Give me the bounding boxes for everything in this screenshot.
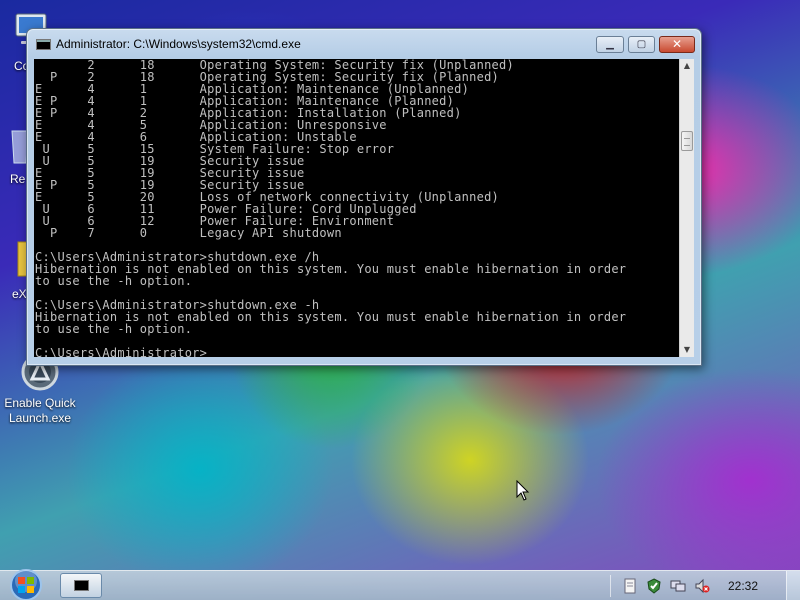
network-icon[interactable] xyxy=(670,578,686,594)
scrollbar-thumb[interactable] xyxy=(681,131,693,151)
vertical-scrollbar[interactable]: ▲ ▼ xyxy=(679,59,694,357)
desktop: Co Re eX Enable Quick Launch.exe Adminis… xyxy=(0,0,800,600)
cmd-window[interactable]: Administrator: C:\Windows\system32\cmd.e… xyxy=(26,28,702,366)
console-output[interactable]: 2 18 Operating System: Security fix (Unp… xyxy=(34,59,679,357)
chevron-up-icon: ▲ xyxy=(683,61,691,70)
desktop-icon-label: eX xyxy=(12,287,27,301)
scroll-down-button[interactable]: ▼ xyxy=(680,343,694,357)
show-desktop-button[interactable] xyxy=(786,571,800,600)
maximize-button[interactable]: ▢ xyxy=(628,36,655,53)
taskbar: 22:32 xyxy=(0,568,800,600)
volume-muted-icon[interactable] xyxy=(694,578,710,594)
minimize-icon: ▁ xyxy=(606,39,614,50)
mouse-cursor-icon xyxy=(516,480,530,501)
taskbar-clock[interactable]: 22:32 xyxy=(728,579,758,593)
console-text: 2 18 Operating System: Security fix (Unp… xyxy=(35,59,627,357)
minimize-button[interactable]: ▁ xyxy=(596,36,624,53)
action-center-icon[interactable] xyxy=(622,578,638,594)
close-icon: ✕ xyxy=(671,37,683,51)
taskbar-cmd-button[interactable] xyxy=(60,573,102,598)
maximize-icon: ▢ xyxy=(636,39,647,50)
desktop-icon-label: Enable Quick Launch.exe xyxy=(4,396,76,425)
security-icon[interactable] xyxy=(646,578,662,594)
windows-start-icon[interactable] xyxy=(7,568,45,600)
close-button[interactable]: ✕ xyxy=(659,36,695,53)
desktop-icon-label: Re xyxy=(10,172,26,186)
scroll-up-button[interactable]: ▲ xyxy=(680,59,694,73)
window-titlebar[interactable]: Administrator: C:\Windows\system32\cmd.e… xyxy=(27,29,701,59)
cmd-icon xyxy=(74,580,89,591)
tray-divider xyxy=(610,575,611,597)
chevron-down-icon: ▼ xyxy=(683,345,691,354)
window-title: Administrator: C:\Windows\system32\cmd.e… xyxy=(56,37,301,51)
cmd-icon xyxy=(36,39,51,50)
